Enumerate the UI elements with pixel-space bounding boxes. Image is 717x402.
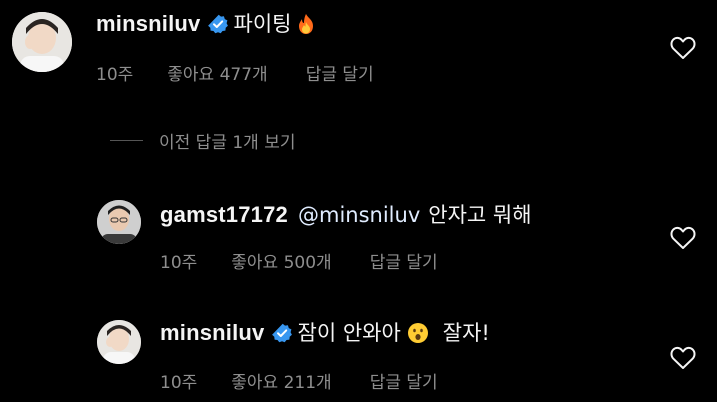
timestamp: 10주 — [160, 373, 198, 393]
hushed-face-emoji — [407, 322, 429, 344]
comment-3-line: minsniluv 잠이 안와아 잘자! — [160, 320, 490, 346]
comment-3-meta: 10주 좋아요 211개 답글 달기 — [160, 368, 438, 393]
likes-count[interactable]: 좋아요 211개 — [231, 368, 331, 393]
view-previous-replies-label: 이전 답글 1개 보기 — [159, 133, 296, 153]
comment-2: gamst17172 @minsniluv 안자고 뭐해 10주 좋아요 500… — [0, 190, 717, 280]
avatar-minsniluv[interactable] — [97, 320, 141, 364]
view-previous-replies[interactable]: 이전 답글 1개 보기 — [110, 128, 296, 153]
verified-badge-icon — [207, 14, 228, 34]
fire-emoji — [295, 13, 317, 35]
comment-text: 안자고 뭐해 — [428, 203, 532, 227]
comment-2-line: gamst17172 @minsniluv 안자고 뭐해 — [160, 202, 532, 228]
avatar-image — [97, 200, 141, 244]
username[interactable]: minsniluv — [96, 11, 201, 37]
mention-link[interactable]: @minsniluv — [298, 202, 420, 228]
reply-button[interactable]: 답글 달기 — [306, 60, 374, 85]
divider-line — [110, 140, 143, 141]
avatar-gamst17172[interactable] — [97, 200, 141, 244]
timestamp: 10주 — [96, 65, 134, 85]
comment-1-meta: 10주 좋아요 477개 답글 달기 — [96, 60, 374, 85]
avatar-image — [12, 12, 72, 72]
comment-text: 파이팅 — [233, 12, 292, 36]
comment-1-line: minsniluv 파이팅 — [96, 11, 317, 37]
likes-count[interactable]: 좋아요 477개 — [167, 60, 267, 85]
heart-outline-icon[interactable] — [670, 346, 696, 370]
reply-button[interactable]: 답글 달기 — [370, 368, 438, 393]
timestamp: 10주 — [160, 253, 198, 273]
comment-1: minsniluv 파이팅 10주 좋아요 477개 답글 달기 — [0, 0, 717, 110]
verified-badge-icon — [271, 323, 292, 343]
heart-outline-icon[interactable] — [670, 226, 696, 250]
comment-text-after: 잘자! — [442, 321, 490, 345]
comment-3: minsniluv 잠이 안와아 잘자! 10주 좋아요 211개 답글 달기 — [0, 308, 717, 402]
username[interactable]: gamst17172 — [160, 202, 288, 228]
avatar-image — [97, 320, 141, 364]
likes-count[interactable]: 좋아요 500개 — [231, 248, 331, 273]
heart-outline-icon[interactable] — [670, 36, 696, 60]
username[interactable]: minsniluv — [160, 320, 265, 346]
comment-text: 잠이 안와아 — [297, 321, 401, 345]
reply-button[interactable]: 답글 달기 — [370, 248, 438, 273]
avatar-minsniluv[interactable] — [12, 12, 72, 72]
comment-2-meta: 10주 좋아요 500개 답글 달기 — [160, 248, 438, 273]
